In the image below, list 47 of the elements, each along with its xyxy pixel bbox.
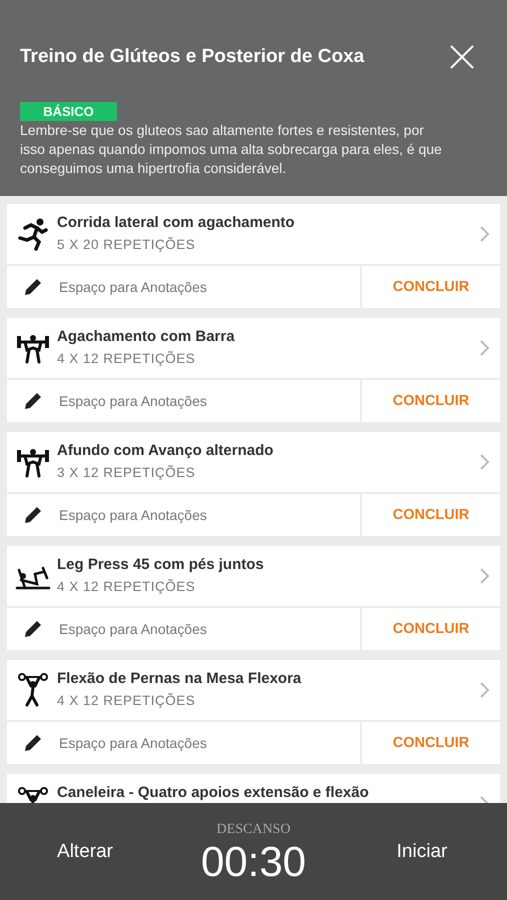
notes-field[interactable]: Espaço para Anotações	[7, 380, 360, 422]
notes-input[interactable]: Espaço para Anotações	[57, 620, 360, 638]
pencil-icon	[23, 277, 43, 297]
pencil-icon	[23, 619, 43, 639]
pencil-icon	[23, 505, 43, 525]
workout-description: Lembre-se que os gluteos sao altamente fortes e resistentes, por isso apenas quando impomos uma alta sobrecarga para eles, é que conseguimos uma hipertrofia considerável.	[20, 121, 443, 178]
notes-field[interactable]: Espaço para Anotações	[7, 494, 360, 536]
exercise-row[interactable]: Flexão de Pernas na Mesa Flexora 4 X 12 REPETIÇÕES	[7, 660, 500, 720]
notes-input[interactable]: Espaço para Anotações	[57, 278, 360, 296]
runner-icon	[15, 216, 51, 252]
notes-field[interactable]: Espaço para Anotações	[7, 266, 360, 308]
rest-label: DESCANSO	[216, 822, 290, 838]
chevron-icon	[480, 454, 490, 470]
exercise-row[interactable]: Agachamento com Barra 4 X 12 REPETIÇÕES	[7, 318, 500, 378]
exercise-row[interactable]: Leg Press 45 com pés juntos 4 X 12 REPETIÇÕES	[7, 546, 500, 606]
rest-time: 00:30	[200, 838, 306, 886]
exercise-reps: 5 X 20 REPETIÇÕES	[57, 237, 196, 252]
exercise-row[interactable]: Corrida lateral com agachamento 5 X 20 REPETIÇÕES	[7, 204, 500, 264]
exercise-name: Leg Press 45 com pés juntos	[57, 556, 265, 573]
exercise-name: Agachamento com Barra	[57, 328, 236, 345]
weightlifter-icon	[15, 672, 51, 708]
workout-title: Treino de Glúteos e Posterior de Coxa	[20, 46, 364, 68]
exercise-row[interactable]: Afundo com Avanço alternado 3 X 12 REPETIÇÕES	[7, 432, 500, 492]
exercise-reps: 4 X 12 REPETIÇÕES	[57, 351, 196, 366]
notes-input[interactable]: Espaço para Anotações	[57, 734, 360, 752]
close-icon[interactable]	[449, 44, 475, 70]
exercise-name: Caneleira - Quatro apoios extensão e flexão	[57, 784, 370, 801]
chevron-icon	[480, 226, 490, 242]
chevron-icon	[480, 568, 490, 584]
exercise-reps: 4 X 12 REPETIÇÕES	[57, 693, 196, 708]
notes-input[interactable]: Espaço para Anotações	[57, 506, 360, 524]
change-button[interactable]: Alterar	[51, 840, 119, 864]
notes-field[interactable]: Espaço para Anotações	[7, 608, 360, 650]
chevron-icon	[480, 682, 490, 698]
notes-input[interactable]: Espaço para Anotações	[57, 392, 360, 410]
start-button[interactable]: Iniciar	[390, 840, 454, 864]
exercise-name: Flexão de Pernas na Mesa Flexora	[57, 670, 302, 687]
chevron-icon	[480, 340, 490, 356]
exercise-reps: 3 X 12 REPETIÇÕES	[57, 465, 196, 480]
exercise-reps: 4 X 12 REPETIÇÕES	[57, 579, 196, 594]
exercise-name: Corrida lateral com agachamento	[57, 214, 296, 231]
pencil-icon	[23, 733, 43, 753]
exercise-name: Afundo com Avanço alternado	[57, 442, 274, 459]
exercise-row[interactable]: Caneleira - Quatro apoios extensão e flexão	[7, 774, 500, 803]
level-badge: BÁSICO	[20, 102, 117, 121]
pencil-icon	[23, 391, 43, 411]
notes-field[interactable]: Espaço para Anotações	[7, 722, 360, 764]
